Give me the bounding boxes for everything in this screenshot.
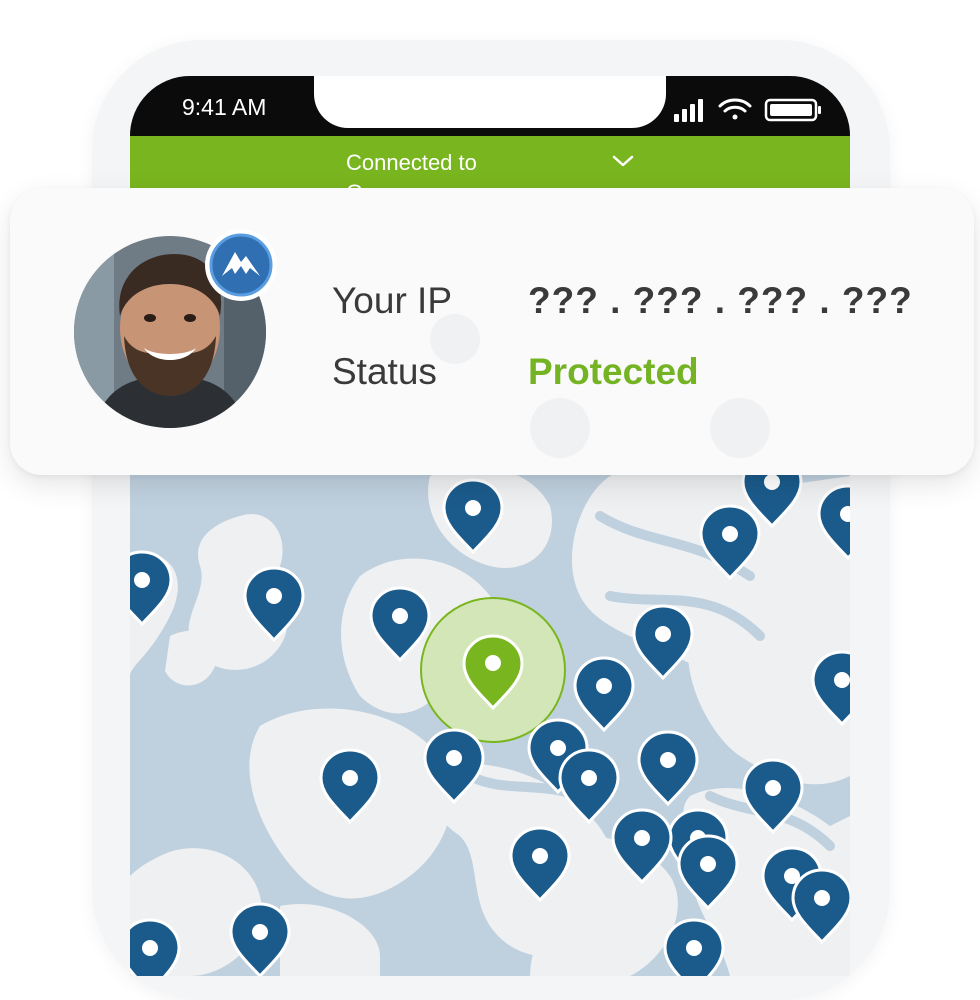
battery-icon xyxy=(764,98,821,122)
status-icons xyxy=(674,98,821,122)
chevron-down-icon[interactable] xyxy=(612,154,634,168)
ip-value: ??? . ??? . ??? . ??? xyxy=(528,280,913,321)
clock: 9:41 AM xyxy=(182,94,267,120)
ip-status-card: Your IP ??? . ??? . ??? . ??? Status Pro… xyxy=(10,188,974,475)
map-pin[interactable] xyxy=(130,918,181,976)
status-badge: Protected xyxy=(528,351,699,392)
ip-label: Your IP xyxy=(332,280,452,321)
notch xyxy=(314,76,666,128)
status-label: Status xyxy=(332,351,437,392)
status-bar: 9:41 AM xyxy=(130,76,850,136)
mountain-logo-icon xyxy=(205,229,277,301)
wifi-icon xyxy=(718,98,752,120)
map-pin[interactable] xyxy=(663,918,725,976)
connection-label: Connected to xyxy=(346,150,477,175)
signal-icon xyxy=(674,99,703,122)
